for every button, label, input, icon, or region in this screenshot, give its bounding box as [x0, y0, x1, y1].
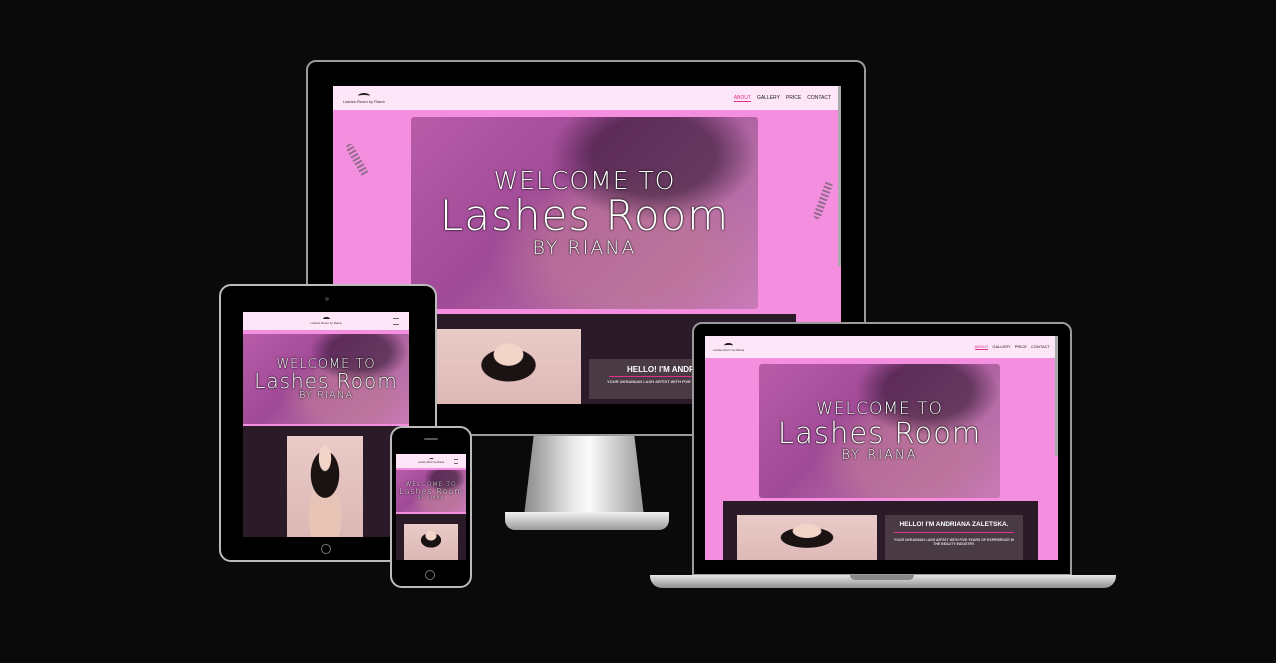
nav-price[interactable]: PRICE: [786, 95, 801, 102]
mascara-brush-decoration: [812, 179, 834, 221]
about-card: HELLO! I'M ANDRIANA ZALETSKA. YOUR UKRAI…: [885, 515, 1023, 560]
hero-title: Lashes Room: [439, 191, 730, 240]
hero-title: Lashes Room: [777, 415, 982, 450]
about-intro: YOUR UKRAINIAN LASH ARTIST WITH FIVE YEA…: [893, 538, 1015, 546]
site-nav: Lashes Room by Riana: [396, 454, 466, 468]
nav-price[interactable]: PRICE: [1015, 344, 1027, 350]
hero-subtitle: BY RIANA: [417, 495, 445, 500]
hero-subtitle: BY RIANA: [841, 447, 918, 463]
logo-text: Lashes Room by Riana: [343, 98, 385, 104]
hamburger-menu-icon[interactable]: [393, 318, 399, 325]
hero-welcome: WELCOME TO: [816, 398, 943, 419]
logo-text: Lashes Room by Riana: [418, 461, 444, 464]
hero-title: Lashes Room: [254, 368, 398, 393]
laptop-notch: [850, 575, 914, 580]
portrait-image: [404, 524, 458, 560]
nav-gallery[interactable]: GALLERY: [992, 344, 1010, 350]
site-logo[interactable]: Lashes Room by Riana: [713, 342, 745, 352]
site-logo[interactable]: Lashes Room by Riana: [310, 317, 342, 325]
nav-gallery[interactable]: GALLERY: [757, 95, 780, 102]
site-nav: Lashes Room by Riana ABOUT GALLERY PRICE…: [705, 336, 1058, 358]
about-hello: HELLO! I'M ANDRIANA ZALETSKA.: [899, 521, 1009, 528]
hero-banner: WELCOME TO Lashes Room BY RIANA: [396, 470, 466, 512]
nav-contact[interactable]: CONTACT: [807, 95, 831, 102]
nav-links: ABOUT GALLERY PRICE CONTACT: [733, 95, 831, 102]
hero-welcome: WELCOME TO: [493, 166, 676, 195]
hero-subtitle: BY RIANA: [532, 237, 637, 259]
site-logo[interactable]: Lashes Room by Riana: [343, 92, 385, 104]
hero-banner: WELCOME TO Lashes Room BY RIANA: [759, 364, 1000, 498]
nav-about[interactable]: ABOUT: [733, 95, 751, 102]
site-nav: Lashes Room by Riana: [243, 312, 409, 330]
logo-text: Lashes Room by Riana: [310, 321, 342, 325]
portrait-image: [436, 329, 581, 404]
about-section: [396, 514, 466, 560]
monitor-stand-neck: [524, 436, 644, 516]
phone-home-button[interactable]: [425, 570, 435, 580]
about-section: [243, 426, 409, 537]
hero-subtitle: BY RIANA: [298, 389, 354, 401]
scrollbar[interactable]: [838, 86, 841, 266]
nav-about[interactable]: ABOUT: [974, 344, 989, 350]
tablet-home-button[interactable]: [321, 544, 331, 554]
tablet-camera: [325, 297, 329, 301]
hamburger-menu-icon[interactable]: [454, 459, 458, 464]
site-logo[interactable]: Lashes Room by Riana: [418, 458, 444, 464]
phone-speaker: [424, 438, 438, 440]
portrait-image: [287, 436, 363, 537]
nav-links: ABOUT GALLERY PRICE CONTACT: [974, 344, 1050, 350]
logo-text: Lashes Room by Riana: [713, 347, 745, 352]
hero-banner: WELCOME TO Lashes Room BY RIANA: [411, 117, 758, 309]
laptop-screen: Lashes Room by Riana ABOUT GALLERY PRICE…: [705, 336, 1058, 560]
about-section: HELLO! I'M ANDRIANA ZALETSKA. YOUR UKRAI…: [723, 501, 1038, 560]
monitor-stand-base: [505, 512, 669, 530]
about-divider: [894, 532, 1014, 533]
tablet-screen: Lashes Room by Riana WELCOME TO Lashes R…: [243, 312, 409, 537]
portrait-image: [737, 515, 877, 560]
scrollbar[interactable]: [1055, 336, 1058, 456]
phone-screen: Lashes Room by Riana WELCOME TO Lashes R…: [396, 454, 466, 560]
nav-contact[interactable]: CONTACT: [1031, 344, 1050, 350]
mascara-brush-decoration: [344, 142, 370, 178]
site-nav: Lashes Room by Riana ABOUT GALLERY PRICE…: [333, 86, 841, 110]
hero-banner: WELCOME TO Lashes Room BY RIANA: [243, 334, 409, 424]
